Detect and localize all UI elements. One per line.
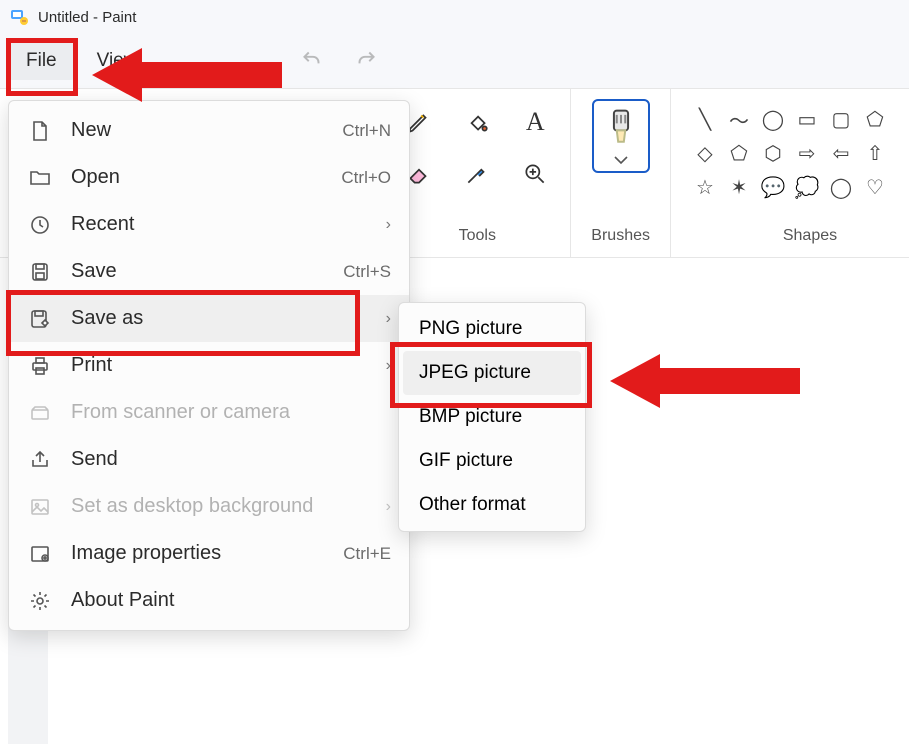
hexagon-shape-icon[interactable]: ⬡ [759,139,787,167]
saveas-other-item[interactable]: Other format [403,483,581,527]
annotation-arrow-jpeg [610,346,810,416]
file-print-label: Print [71,354,368,377]
file-scanner-label: From scanner or camera [71,401,391,424]
file-icon [27,120,53,142]
image-props-icon [27,544,53,564]
file-send-item[interactable]: Send [9,436,409,483]
chevron-right-icon: › [386,216,391,234]
tools-group: A Tools [384,89,571,257]
fill-tool-icon[interactable] [462,107,492,137]
file-send-label: Send [71,448,391,471]
magnifier-tool-icon[interactable] [520,159,550,189]
undo-button[interactable] [299,46,325,77]
file-props-shortcut: Ctrl+E [343,544,391,564]
file-menu-dropdown: New Ctrl+N Open Ctrl+O Recent › Save Ctr… [8,100,410,631]
chevron-right-icon: › [386,310,391,328]
shapes-group: ╲ 〜 ◯ ▭ ▢ ⬠ ◇ ⬠ ⬡ ⇨ ⇦ ⇧ ☆ ✶ 💬 💭 ◯ ♡ Shap… [671,89,909,257]
rect-shape-icon[interactable]: ▭ [793,105,821,133]
star5-shape-icon[interactable]: ☆ [691,173,719,201]
file-about-item[interactable]: About Paint [9,577,409,624]
file-new-item[interactable]: New Ctrl+N [9,107,409,154]
window-title: Untitled - Paint [38,9,136,26]
file-open-item[interactable]: Open Ctrl+O [9,154,409,201]
file-open-label: Open [71,166,323,189]
file-new-shortcut: Ctrl+N [342,121,391,141]
file-save-item[interactable]: Save Ctrl+S [9,248,409,295]
file-new-label: New [71,119,324,142]
brushes-group: Brushes [571,89,671,257]
color-picker-tool-icon[interactable] [462,159,492,189]
chevron-right-icon: › [386,498,391,516]
thought-bub-shape-icon[interactable]: 💭 [793,173,821,201]
chevron-down-icon [613,155,629,165]
arrow-left-shape-icon[interactable]: ⇦ [827,139,855,167]
brushes-dropdown[interactable] [592,99,650,173]
line-shape-icon[interactable]: ╲ [691,105,719,133]
shapes-group-label: Shapes [783,227,837,251]
tools-group-label: Tools [459,227,496,251]
undo-redo-group [299,46,379,77]
save-icon [27,261,53,283]
saveas-gif-item[interactable]: GIF picture [403,439,581,483]
file-recent-label: Recent [71,213,368,236]
rounded-rect-shape-icon[interactable]: ▢ [827,105,855,133]
file-save-shortcut: Ctrl+S [343,262,391,282]
shapes-gallery[interactable]: ╲ 〜 ◯ ▭ ▢ ⬠ ◇ ⬠ ⬡ ⇨ ⇦ ⇧ ☆ ✶ 💬 💭 ◯ ♡ [691,99,889,207]
printer-icon [27,355,53,377]
curve-shape-icon[interactable]: 〜 [725,105,753,133]
arrow-right-shape-icon[interactable]: ⇨ [793,139,821,167]
file-about-label: About Paint [71,589,391,612]
file-props-item[interactable]: Image properties Ctrl+E [9,530,409,577]
heart-shape-icon[interactable]: ♡ [861,173,889,201]
file-wallpaper-item: Set as desktop background › [9,483,409,530]
diamond-shape-icon[interactable]: ◇ [691,139,719,167]
polygon-shape-icon[interactable]: ⬠ [861,105,889,133]
brushes-group-label: Brushes [591,227,650,251]
text-tool-icon[interactable]: A [520,107,550,137]
paint-app-icon [8,6,30,28]
speech-bub-shape-icon[interactable]: 💬 [759,173,787,201]
annotation-box-jpeg [390,342,592,408]
redo-button[interactable] [353,46,379,77]
file-recent-item[interactable]: Recent › [9,201,409,248]
annotation-box-saveas [6,290,360,356]
file-wallpaper-label: Set as desktop background [71,495,368,518]
annotation-arrow-file [92,40,292,110]
star6-shape-icon[interactable]: ✶ [725,173,753,201]
file-save-label: Save [71,260,325,283]
annotation-box-file [6,38,78,96]
arrow-up-shape-icon[interactable]: ⇧ [861,139,889,167]
scanner-icon [27,404,53,422]
folder-icon [27,168,53,188]
share-icon [27,449,53,471]
clock-icon [27,214,53,236]
oval-shape-icon[interactable]: ◯ [759,105,787,133]
file-open-shortcut: Ctrl+O [341,168,391,188]
callout-shape-icon[interactable]: ◯ [827,173,855,201]
gear-icon [27,590,53,612]
image-icon [27,497,53,517]
file-scanner-item: From scanner or camera [9,389,409,436]
pentagon-shape-icon[interactable]: ⬠ [725,139,753,167]
saveas-submenu: PNG picture JPEG picture BMP picture GIF… [398,302,586,532]
titlebar: Untitled - Paint [0,0,909,34]
file-props-label: Image properties [71,542,325,565]
